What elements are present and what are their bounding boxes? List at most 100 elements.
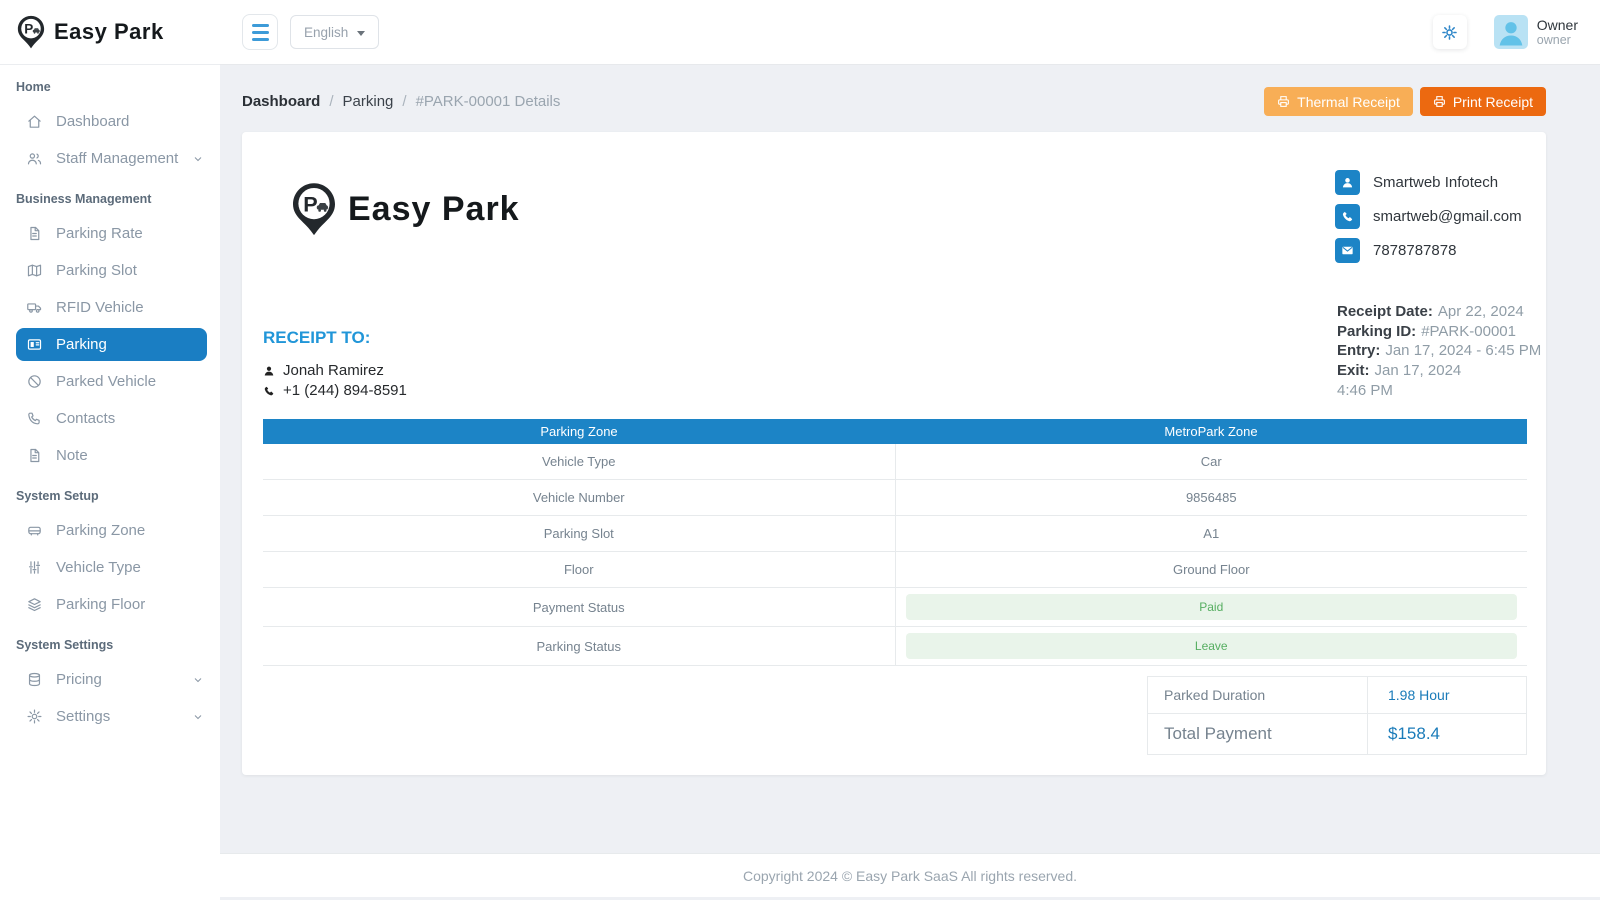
sidebar: P Easy Park Home Dashboard Staff Managem… <box>0 0 220 900</box>
car-zone-icon <box>26 522 43 539</box>
print-receipt-button[interactable]: Print Receipt <box>1420 87 1546 116</box>
sidebar-item-label: Parking Zone <box>56 522 145 539</box>
sidebar-item-settings[interactable]: Settings <box>0 698 220 735</box>
payment-summary-table: Parked Duration 1.98 Hour Total Payment … <box>1147 676 1527 755</box>
breadcrumb-current: #PARK-00001 Details <box>416 93 561 110</box>
chevron-down-icon <box>192 153 204 165</box>
thermal-receipt-button[interactable]: Thermal Receipt <box>1264 87 1413 116</box>
sidebar-heading-system-settings: System Settings <box>0 623 220 661</box>
info-label: Entry: <box>1337 342 1380 359</box>
info-value: Jan 17, 2024 - 6:45 PM <box>1385 342 1541 359</box>
sidebar-item-label: Parking Slot <box>56 262 137 279</box>
sidebar-item-label: Note <box>56 447 88 464</box>
thermal-receipt-label: Thermal Receipt <box>1297 94 1400 110</box>
customer-name: Jonah Ramirez <box>283 361 384 381</box>
sidebar-heading-system-setup: System Setup <box>0 474 220 512</box>
breadcrumb-dashboard[interactable]: Dashboard <box>242 93 320 110</box>
table-header-zone-value: MetroPark Zone <box>895 419 1527 444</box>
sidebar-heading-business-management: Business Management <box>0 177 220 215</box>
user-role: owner <box>1537 33 1578 47</box>
sidebar-item-dashboard[interactable]: Dashboard <box>0 103 220 140</box>
caret-down-icon <box>357 31 365 36</box>
sidebar-item-staff-management[interactable]: Staff Management <box>0 140 220 177</box>
sidebar-item-parking[interactable]: Parking <box>16 328 207 361</box>
table-row: Payment Status Paid <box>263 588 1527 627</box>
row-value: 9856485 <box>895 480 1527 516</box>
row-label: Vehicle Number <box>263 480 895 516</box>
sidebar-item-parking-floor[interactable]: Parking Floor <box>0 586 220 623</box>
exit-time-line: 4:46 PM <box>1337 381 1527 401</box>
printer-icon <box>1433 95 1446 108</box>
company-email-row: smartweb@gmail.com <box>1335 204 1527 229</box>
sidebar-item-rfid-vehicle[interactable]: RFID Vehicle <box>0 289 220 326</box>
sidebar-item-label: Settings <box>56 708 110 725</box>
receipt-to-heading: RECEIPT TO: <box>263 328 407 348</box>
person-icon <box>263 365 275 377</box>
sidebar-item-parked-vehicle[interactable]: Parked Vehicle <box>0 363 220 400</box>
settings-button[interactable] <box>1433 15 1467 49</box>
envelope-icon <box>1335 238 1360 263</box>
receipt-brand-logo: P Easy Park <box>290 180 520 238</box>
company-email: smartweb@gmail.com <box>1373 208 1522 225</box>
person-icon <box>1494 15 1528 49</box>
user-name: Owner <box>1537 17 1578 33</box>
ban-icon <box>26 373 43 390</box>
sidebar-item-vehicle-type[interactable]: Vehicle Type <box>0 549 220 586</box>
sidebar-heading-home: Home <box>0 65 220 103</box>
language-dropdown[interactable]: English <box>290 15 379 49</box>
easy-park-pin-icon: P <box>16 14 46 50</box>
user-avatar[interactable] <box>1494 15 1528 49</box>
receipt-to-block: RECEIPT TO: Jonah Ramirez +1 (244) 894-8… <box>263 328 407 401</box>
row-label: Parking Slot <box>263 516 895 552</box>
parking-details-table: Parking Zone MetroPark Zone Vehicle Type… <box>263 419 1527 666</box>
sidebar-item-label: Parking Floor <box>56 596 145 613</box>
gear-icon <box>1441 24 1458 41</box>
user-meta: Owner owner <box>1537 17 1578 47</box>
footer: Copyright 2024 © Easy Park SaaS All righ… <box>220 853 1600 897</box>
customer-phone-row: +1 (244) 894-8591 <box>263 381 407 401</box>
table-row: Parking Status Leave <box>263 627 1527 666</box>
map-icon <box>26 262 43 279</box>
table-row: Parking Slot A1 <box>263 516 1527 552</box>
sidebar-item-label: Parking <box>56 336 107 353</box>
customer-phone: +1 (244) 894-8591 <box>283 381 407 401</box>
sidebar-item-label: Staff Management <box>56 150 178 167</box>
printer-icon <box>1277 95 1290 108</box>
sidebar-item-label: Parking Rate <box>56 225 143 242</box>
sidebar-item-parking-rate[interactable]: Parking Rate <box>0 215 220 252</box>
info-label: Exit: <box>1337 362 1370 379</box>
summary-value: 1.98 Hour <box>1368 677 1527 714</box>
info-value: #PARK-00001 <box>1421 323 1516 340</box>
row-value: Ground Floor <box>895 552 1527 588</box>
sidebar-item-parking-slot[interactable]: Parking Slot <box>0 252 220 289</box>
table-row: Vehicle Type Car <box>263 444 1527 480</box>
layers-icon <box>26 596 43 613</box>
phone-icon <box>263 385 275 397</box>
sidebar-item-parking-zone[interactable]: Parking Zone <box>0 512 220 549</box>
breadcrumb-parking[interactable]: Parking <box>343 93 394 110</box>
receipt-date-row: Receipt Date:Apr 22, 2024 <box>1337 302 1527 322</box>
sliders-icon <box>26 559 43 576</box>
info-label: Parking ID: <box>1337 323 1416 340</box>
parking-id-row: Parking ID: #PARK-00001 <box>1337 322 1527 342</box>
phone-icon <box>26 410 43 427</box>
receipt-info-block: Receipt Date:Apr 22, 2024 Parking ID: #PA… <box>1337 302 1527 401</box>
hamburger-icon <box>252 24 269 27</box>
topbar: English Owner owner <box>220 0 1600 65</box>
sidebar-item-note[interactable]: Note <box>0 437 220 474</box>
sidebar-item-contacts[interactable]: Contacts <box>0 400 220 437</box>
breadcrumb-separator: / <box>402 93 406 110</box>
parking-status-badge: Leave <box>906 633 1518 659</box>
info-value: Jan 17, 2024 <box>1375 362 1462 379</box>
table-header-zone-label: Parking Zone <box>263 419 895 444</box>
chevron-down-icon <box>192 674 204 686</box>
receipt-brand-name: Easy Park <box>348 190 520 229</box>
summary-label: Parked Duration <box>1148 677 1368 714</box>
row-label: Parking Status <box>263 627 895 666</box>
brand-logo[interactable]: P Easy Park <box>0 0 220 65</box>
phone-icon <box>1335 204 1360 229</box>
sidebar-item-pricing[interactable]: Pricing <box>0 661 220 698</box>
menu-toggle-button[interactable] <box>242 14 278 50</box>
table-row: Floor Ground Floor <box>263 552 1527 588</box>
row-label: Payment Status <box>263 588 895 627</box>
